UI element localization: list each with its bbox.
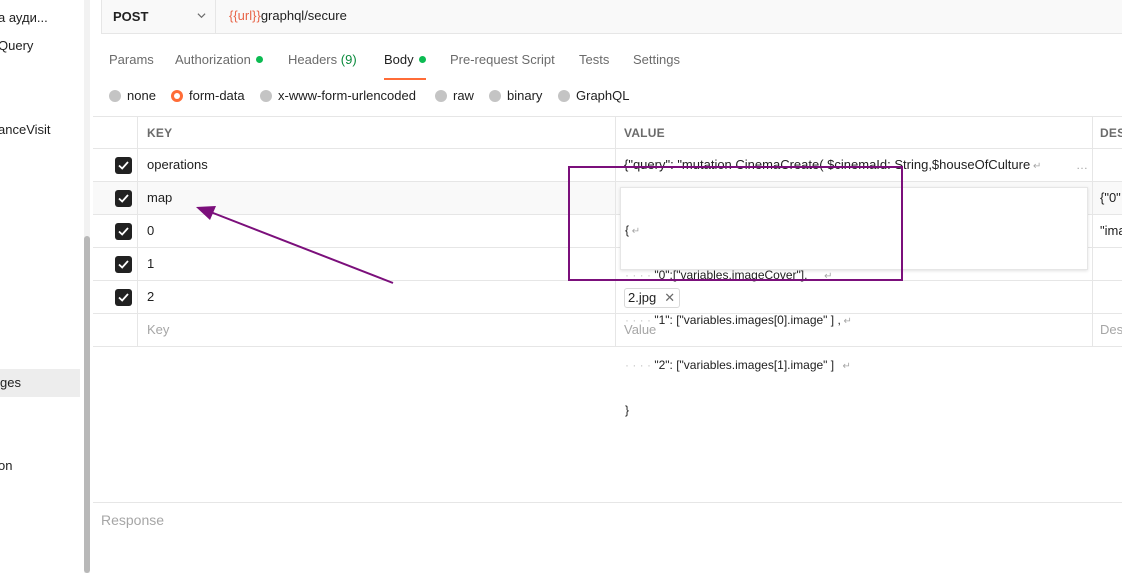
tab-pre-request-script[interactable]: Pre-request Script <box>450 50 555 80</box>
tab-body[interactable]: Body <box>384 50 426 80</box>
annotation-arrow-icon <box>196 206 394 284</box>
radio-icon <box>558 90 570 102</box>
checkbox-checked-icon[interactable] <box>115 190 132 207</box>
radio-x-www-form-urlencoded[interactable]: x-www-form-urlencoded <box>260 88 416 106</box>
checkbox-checked-icon[interactable] <box>115 223 132 240</box>
tab-authorization[interactable]: Authorization <box>175 50 263 80</box>
response-panel: Response <box>93 502 1122 573</box>
column-header-value: VALUE <box>616 117 1093 149</box>
radio-icon <box>489 90 501 102</box>
checkbox-checked-icon[interactable] <box>115 289 132 306</box>
radio-binary[interactable]: binary <box>489 88 542 106</box>
row-description[interactable] <box>1093 149 1122 181</box>
chevron-down-icon <box>197 13 206 19</box>
row-description[interactable] <box>1093 281 1122 313</box>
request-bar: POST {{url}}graphql/secure <box>101 0 1122 34</box>
sidebar-scrollbar-thumb[interactable] <box>84 236 90 573</box>
headers-count: (9) <box>340 52 357 67</box>
status-dot-icon <box>255 56 263 63</box>
sidebar-item[interactable]: anceVisit <box>0 116 51 144</box>
sidebar-item[interactable]: on <box>0 452 12 480</box>
row-description[interactable] <box>1093 248 1122 280</box>
tab-settings[interactable]: Settings <box>633 50 680 80</box>
radio-raw[interactable]: raw <box>435 88 474 106</box>
url-path: graphql/secure <box>260 8 347 23</box>
sidebar-item[interactable]: Query <box>0 32 33 60</box>
radio-icon <box>435 90 447 102</box>
tab-params[interactable]: Params <box>109 50 154 80</box>
radio-graphql[interactable]: GraphQL <box>558 88 629 106</box>
column-header-description: DES <box>1100 126 1122 140</box>
radio-icon <box>260 90 272 102</box>
method-select[interactable]: POST <box>102 0 216 33</box>
url-variable: {{url}} <box>229 8 261 23</box>
tab-tests[interactable]: Tests <box>579 50 609 80</box>
new-key-input[interactable]: Key <box>138 314 616 346</box>
radio-form-data[interactable]: form-data <box>171 88 245 106</box>
status-dot-icon <box>418 56 426 63</box>
url-input[interactable]: {{url}}graphql/secure <box>229 8 347 23</box>
column-header-key: KEY <box>138 117 616 149</box>
annotation-highlight-box <box>568 166 903 281</box>
sidebar-item[interactable]: а ауди... <box>0 4 48 32</box>
radio-icon <box>109 90 121 102</box>
more-icon: … <box>1076 158 1088 172</box>
tab-headers[interactable]: Headers (9) <box>288 50 357 80</box>
sidebar-item-active[interactable]: ges <box>0 369 80 397</box>
table-header-row: KEY VALUE DES <box>93 116 1122 149</box>
checkbox-checked-icon[interactable] <box>115 256 132 273</box>
response-label: Response <box>101 512 165 528</box>
radio-selected-icon <box>171 90 183 102</box>
radio-none[interactable]: none <box>109 88 156 106</box>
row-description[interactable]: {"0" <box>1093 182 1122 214</box>
method-label: POST <box>113 9 149 24</box>
checkbox-checked-icon[interactable] <box>115 157 132 174</box>
row-key[interactable]: operations <box>138 149 616 181</box>
new-description-input[interactable]: Des <box>1093 314 1122 346</box>
row-description[interactable]: "ima <box>1093 215 1122 247</box>
collections-sidebar: а ауди... Query anceVisit ges on <box>0 0 84 573</box>
